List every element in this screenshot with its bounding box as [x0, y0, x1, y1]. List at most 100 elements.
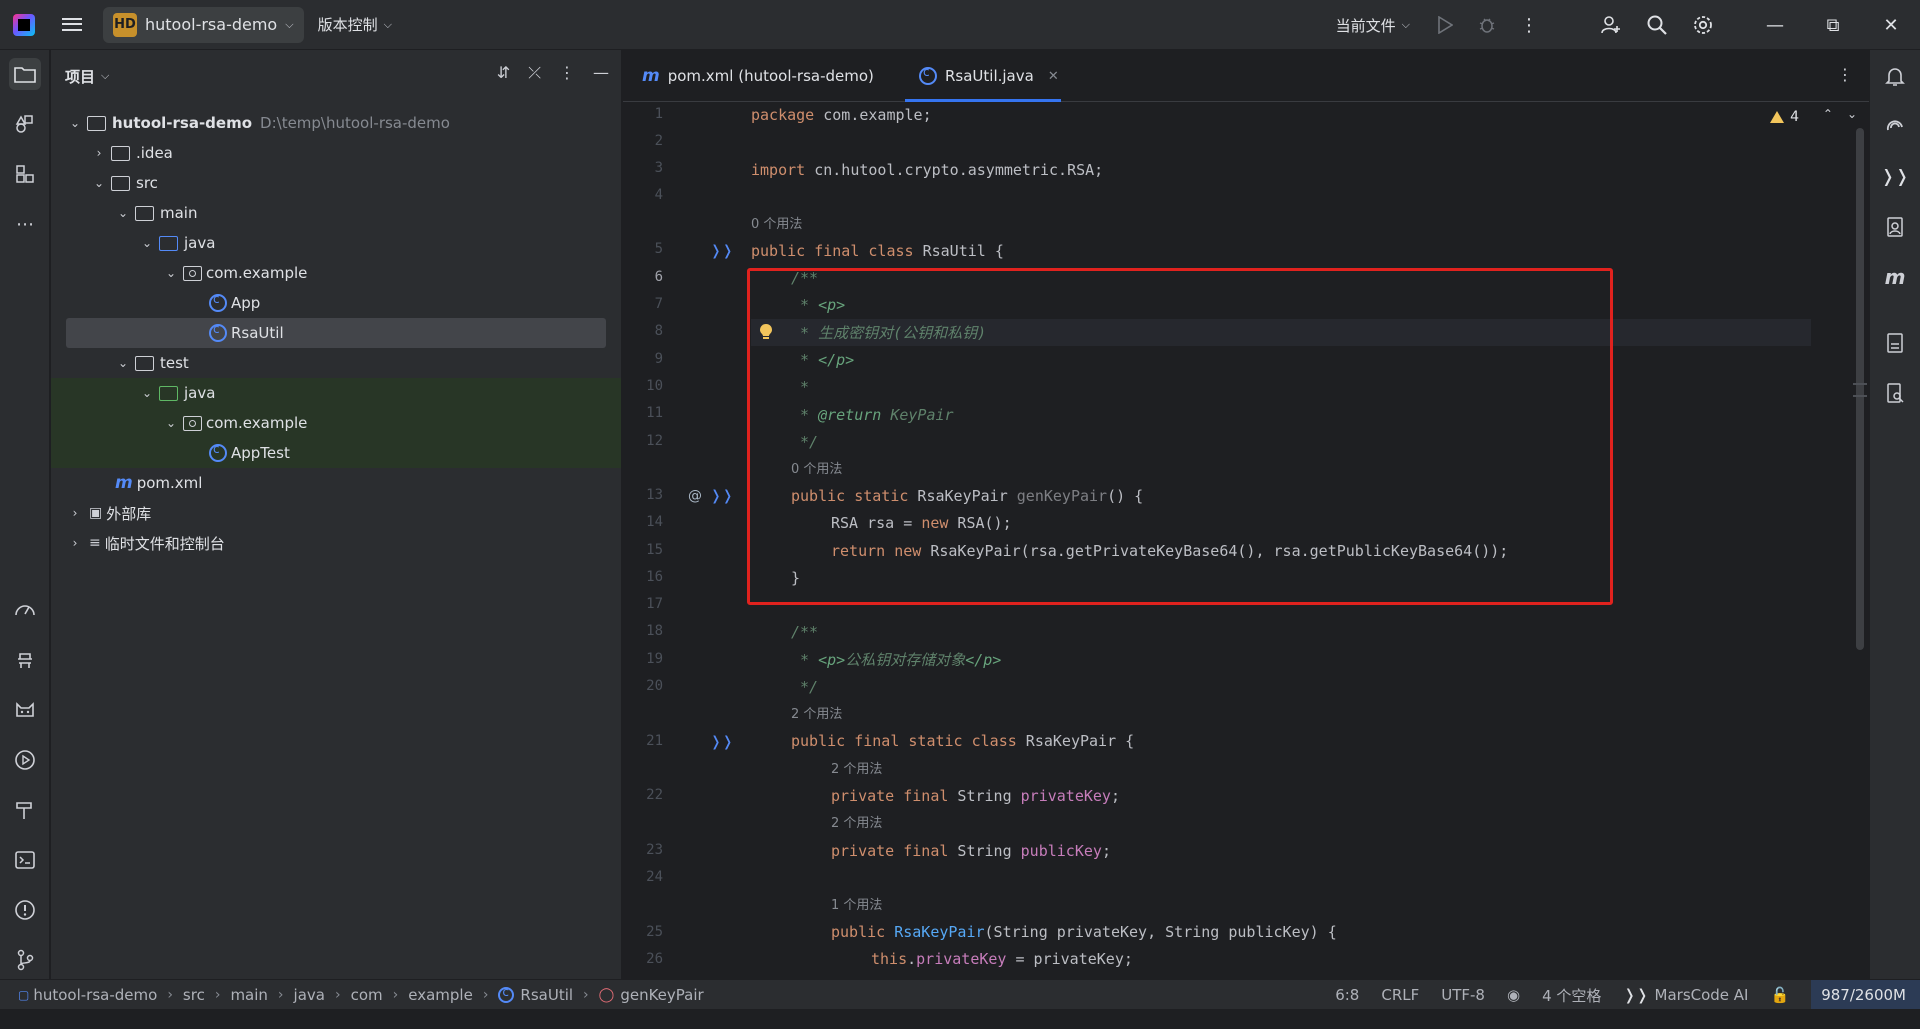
lightbulb-icon[interactable] — [759, 323, 773, 341]
usage-hint[interactable]: 2 个用法 — [831, 810, 882, 837]
breadcrumb-item[interactable]: com — [351, 986, 383, 1004]
chevron-right-icon[interactable]: › — [67, 506, 83, 520]
add-user-icon[interactable] — [1598, 12, 1624, 38]
tree-item-src[interactable]: ⌄ src — [51, 168, 621, 198]
tree-item-external-libs[interactable]: › ▣ 外部库 — [51, 498, 621, 528]
chevron-up-icon[interactable]: ⌃ — [1823, 107, 1833, 121]
modules-tool-icon[interactable] — [9, 158, 41, 190]
marscode-gutter-icon[interactable]: ❭❭ — [710, 488, 733, 504]
restore-button[interactable]: ⧉ — [1804, 0, 1862, 50]
chevron-right-icon[interactable]: › — [91, 146, 107, 160]
tree-item-rsautil[interactable]: RsaUtil — [66, 318, 606, 348]
maven-tool-icon[interactable]: m — [1880, 262, 1910, 292]
breadcrumb-item[interactable]: main — [230, 986, 267, 1004]
run-icon[interactable] — [1432, 12, 1458, 38]
tree-item-package-main[interactable]: ⌄ com.example — [51, 258, 621, 288]
chevron-right-icon[interactable]: › — [67, 536, 83, 550]
usage-hint[interactable]: 0 个用法 — [751, 211, 802, 238]
more-actions-icon[interactable]: ⋮ — [1516, 12, 1542, 38]
line-number: 11 — [646, 405, 663, 421]
coverage-icon[interactable] — [1880, 328, 1910, 358]
editor-scrollbar[interactable] — [1856, 128, 1864, 650]
chevron-down-icon[interactable]: ⌄ — [115, 206, 131, 220]
ai-assistant-icon[interactable] — [1880, 112, 1910, 142]
run-config-selector[interactable]: 当前文件 ⌵ — [1336, 15, 1410, 36]
breadcrumb-item[interactable]: hutool-rsa-demo — [33, 986, 157, 1004]
annotation-at-icon[interactable]: @ — [688, 488, 702, 504]
expand-all-icon[interactable]: ⇵ — [497, 63, 510, 83]
analyze-icon[interactable] — [1880, 378, 1910, 408]
run-tool-icon[interactable] — [9, 744, 41, 776]
chevron-down-icon[interactable]: ⌄ — [115, 356, 131, 370]
settings-gear-icon[interactable] — [1690, 12, 1716, 38]
main-menu-icon[interactable] — [61, 14, 83, 36]
chevron-down-icon[interactable]: ⌄ — [139, 236, 155, 250]
tree-item-java-test[interactable]: ⌄ java — [51, 378, 621, 408]
breadcrumb-item[interactable]: java — [294, 986, 325, 1004]
notifications-bell-icon[interactable] — [1880, 62, 1910, 92]
ide-logo-icon[interactable] — [13, 13, 35, 36]
tab-pom[interactable]: m pom.xml (hutool-rsa-demo) — [638, 50, 874, 102]
breadcrumb-item[interactable]: genKeyPair — [620, 986, 703, 1004]
breadcrumb-item[interactable]: src — [183, 986, 205, 1004]
reader-mode-eye-icon[interactable]: ◉ — [1507, 986, 1520, 1004]
breadcrumb-item[interactable]: RsaUtil — [520, 986, 573, 1004]
tree-item-main[interactable]: ⌄ main — [51, 198, 621, 228]
close-tab-icon[interactable]: ✕ — [1048, 69, 1059, 84]
breadcrumb-item[interactable]: example — [408, 986, 473, 1004]
indent-setting[interactable]: 4 个空格 — [1542, 985, 1601, 1006]
tab-rsautil[interactable]: RsaUtil.java ✕ — [905, 50, 1061, 102]
tree-item-java-main[interactable]: ⌄ java — [51, 228, 621, 258]
caret-position[interactable]: 6:8 — [1335, 986, 1359, 1004]
usage-hint[interactable]: 2 个用法 — [791, 701, 842, 728]
tree-item-idea[interactable]: › .idea — [51, 138, 621, 168]
profiler-icon[interactable] — [9, 594, 41, 626]
chevron-down-icon[interactable]: ⌄ — [1847, 107, 1857, 121]
code-area[interactable]: package com.example; import cn.hutool.cr… — [751, 102, 1811, 979]
vcs-menu[interactable]: 版本控制 ⌵ — [318, 14, 392, 35]
usage-hint[interactable]: 1 个用法 — [831, 892, 882, 919]
memory-indicator[interactable]: 987/2600M — [1811, 980, 1920, 1010]
module-icon: ▢ — [18, 987, 30, 1002]
services-icon[interactable] — [9, 644, 41, 676]
tree-item-root[interactable]: ⌄ hutool-rsa-demo D:\temp\hutool-rsa-dem… — [51, 108, 621, 138]
marscode-ai-widget[interactable]: ❭❭ MarsCode AI — [1623, 986, 1748, 1004]
chevron-down-icon[interactable]: ⌄ — [163, 416, 179, 430]
minimize-button[interactable]: — — [1746, 0, 1804, 50]
marscode-gutter-icon[interactable]: ❭❭ — [710, 243, 733, 259]
lock-icon[interactable]: 🔓 — [1771, 986, 1790, 1004]
tree-item-scratches[interactable]: › ≡ 临时文件和控制台 — [51, 528, 621, 558]
search-icon[interactable] — [1644, 12, 1670, 38]
chevron-down-icon[interactable]: ⌄ — [67, 116, 83, 130]
project-switcher[interactable]: HD hutool-rsa-demo ⌵ — [103, 6, 304, 43]
tab-options-icon[interactable]: ⋮ — [1837, 65, 1853, 84]
chevron-down-icon[interactable]: ⌄ — [91, 176, 107, 190]
hide-panel-icon[interactable]: — — [593, 63, 609, 83]
problems-icon[interactable] — [9, 894, 41, 926]
debug-icon[interactable] — [1474, 12, 1500, 38]
terminal-icon[interactable] — [9, 844, 41, 876]
structure-tool-icon[interactable] — [9, 108, 41, 140]
marscode-icon[interactable]: ❭❭ — [1880, 162, 1910, 192]
tree-item-app[interactable]: App — [51, 288, 621, 318]
chevron-down-icon[interactable]: ⌄ — [139, 386, 155, 400]
tree-item-pom[interactable]: m pom.xml — [51, 468, 621, 498]
collapse-all-icon[interactable]: ⤫ — [528, 63, 541, 83]
git-branch-icon[interactable] — [9, 944, 41, 976]
close-window-button[interactable]: ✕ — [1862, 0, 1920, 50]
usage-hint[interactable]: 0 个用法 — [791, 456, 842, 483]
marscode-gutter-icon[interactable]: ❭❭ — [710, 734, 733, 750]
project-tool-icon[interactable] — [9, 58, 41, 90]
options-icon[interactable]: ⋮ — [559, 63, 575, 83]
tree-item-apptest[interactable]: AppTest — [51, 438, 621, 468]
file-encoding[interactable]: UTF-8 — [1441, 986, 1485, 1004]
tree-item-package-test[interactable]: ⌄ com.example — [51, 408, 621, 438]
more-tools-icon[interactable]: ⋯ — [9, 208, 41, 240]
chevron-down-icon[interactable]: ⌄ — [163, 266, 179, 280]
tree-item-test[interactable]: ⌄ test — [51, 348, 621, 378]
build-hammer-icon[interactable] — [9, 794, 41, 826]
database-icon[interactable] — [1880, 212, 1910, 242]
cat-plugin-icon[interactable] — [9, 694, 41, 726]
usage-hint[interactable]: 2 个用法 — [831, 756, 882, 783]
line-separator[interactable]: CRLF — [1381, 986, 1419, 1004]
